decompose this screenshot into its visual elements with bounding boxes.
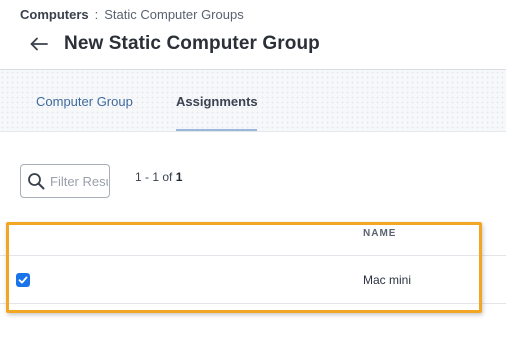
- table-row[interactable]: Mac mini: [0, 256, 506, 304]
- breadcrumb: Computers: Static Computer Groups: [20, 7, 244, 22]
- title-row: New Static Computer Group: [28, 30, 320, 58]
- tab-bar: Computer Group Assignments: [0, 70, 506, 132]
- page: Computers: Static Computer Groups New Sta…: [0, 0, 506, 358]
- breadcrumb-separator: :: [94, 7, 99, 22]
- arrow-left-icon[interactable]: [28, 33, 50, 55]
- assignments-table: NAME Mac mini: [0, 220, 506, 304]
- search-icon: [28, 173, 45, 190]
- row-checkbox[interactable]: [16, 273, 30, 287]
- filter-field[interactable]: [20, 164, 110, 198]
- table-header-row: NAME: [0, 220, 506, 256]
- page-title: New Static Computer Group: [64, 33, 320, 54]
- active-tab-indicator: [176, 129, 257, 131]
- cell-name: Mac mini: [363, 273, 412, 287]
- pagination-summary: 1 - 1 of 1: [135, 170, 182, 184]
- filter-input[interactable]: [50, 173, 108, 189]
- pagination-total: 1: [175, 170, 183, 184]
- tab-computer-group[interactable]: Computer Group: [36, 94, 133, 109]
- checkmark-icon: [18, 276, 28, 284]
- breadcrumb-root[interactable]: Computers: [20, 7, 89, 22]
- breadcrumb-current[interactable]: Static Computer Groups: [104, 7, 243, 22]
- pagination-range: 1 - 1 of: [135, 170, 173, 184]
- column-header-name[interactable]: NAME: [363, 228, 396, 239]
- tab-assignments[interactable]: Assignments: [176, 94, 258, 109]
